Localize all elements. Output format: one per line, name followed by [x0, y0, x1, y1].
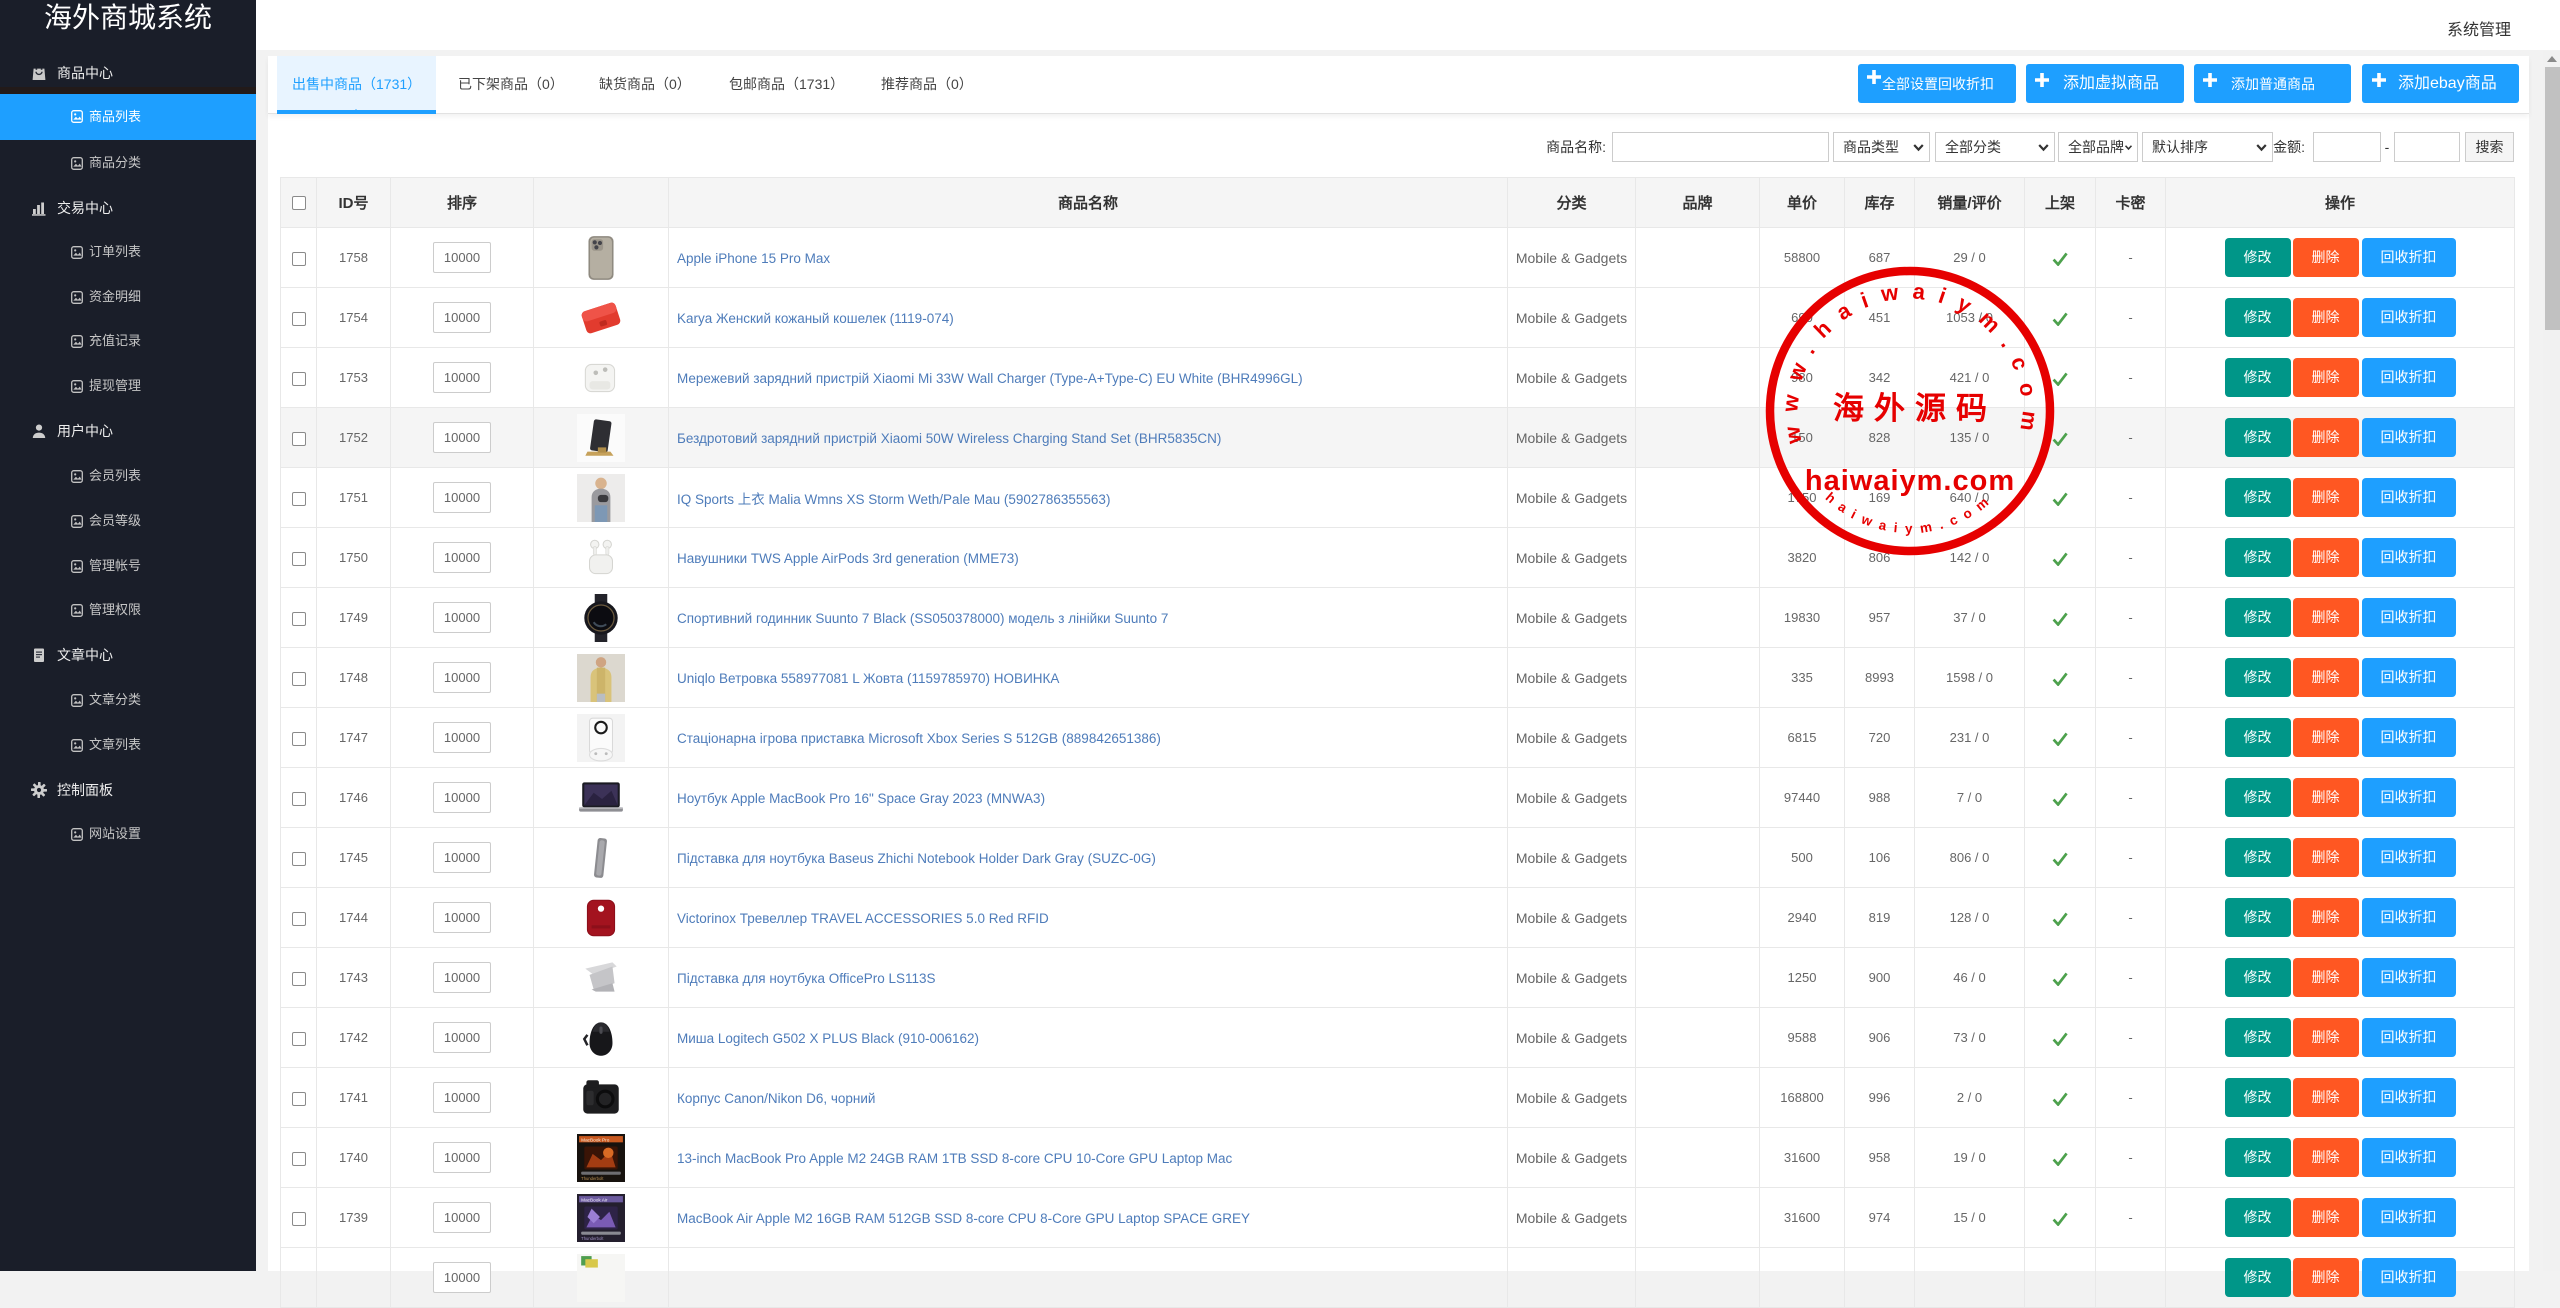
svg-text:haiwaiym.com: haiwaiym.com: [1805, 465, 2015, 497]
svg-text:MacBook Pro: MacBook Pro: [581, 1137, 610, 1142]
svg-text:Thunderbolt: Thunderbolt: [581, 1175, 604, 1180]
svg-text:海外源码: 海外源码: [1833, 391, 1997, 426]
svg-text:Thunderbolt: Thunderbolt: [581, 1235, 604, 1240]
svg-text:MacBook Air: MacBook Air: [581, 1197, 608, 1202]
